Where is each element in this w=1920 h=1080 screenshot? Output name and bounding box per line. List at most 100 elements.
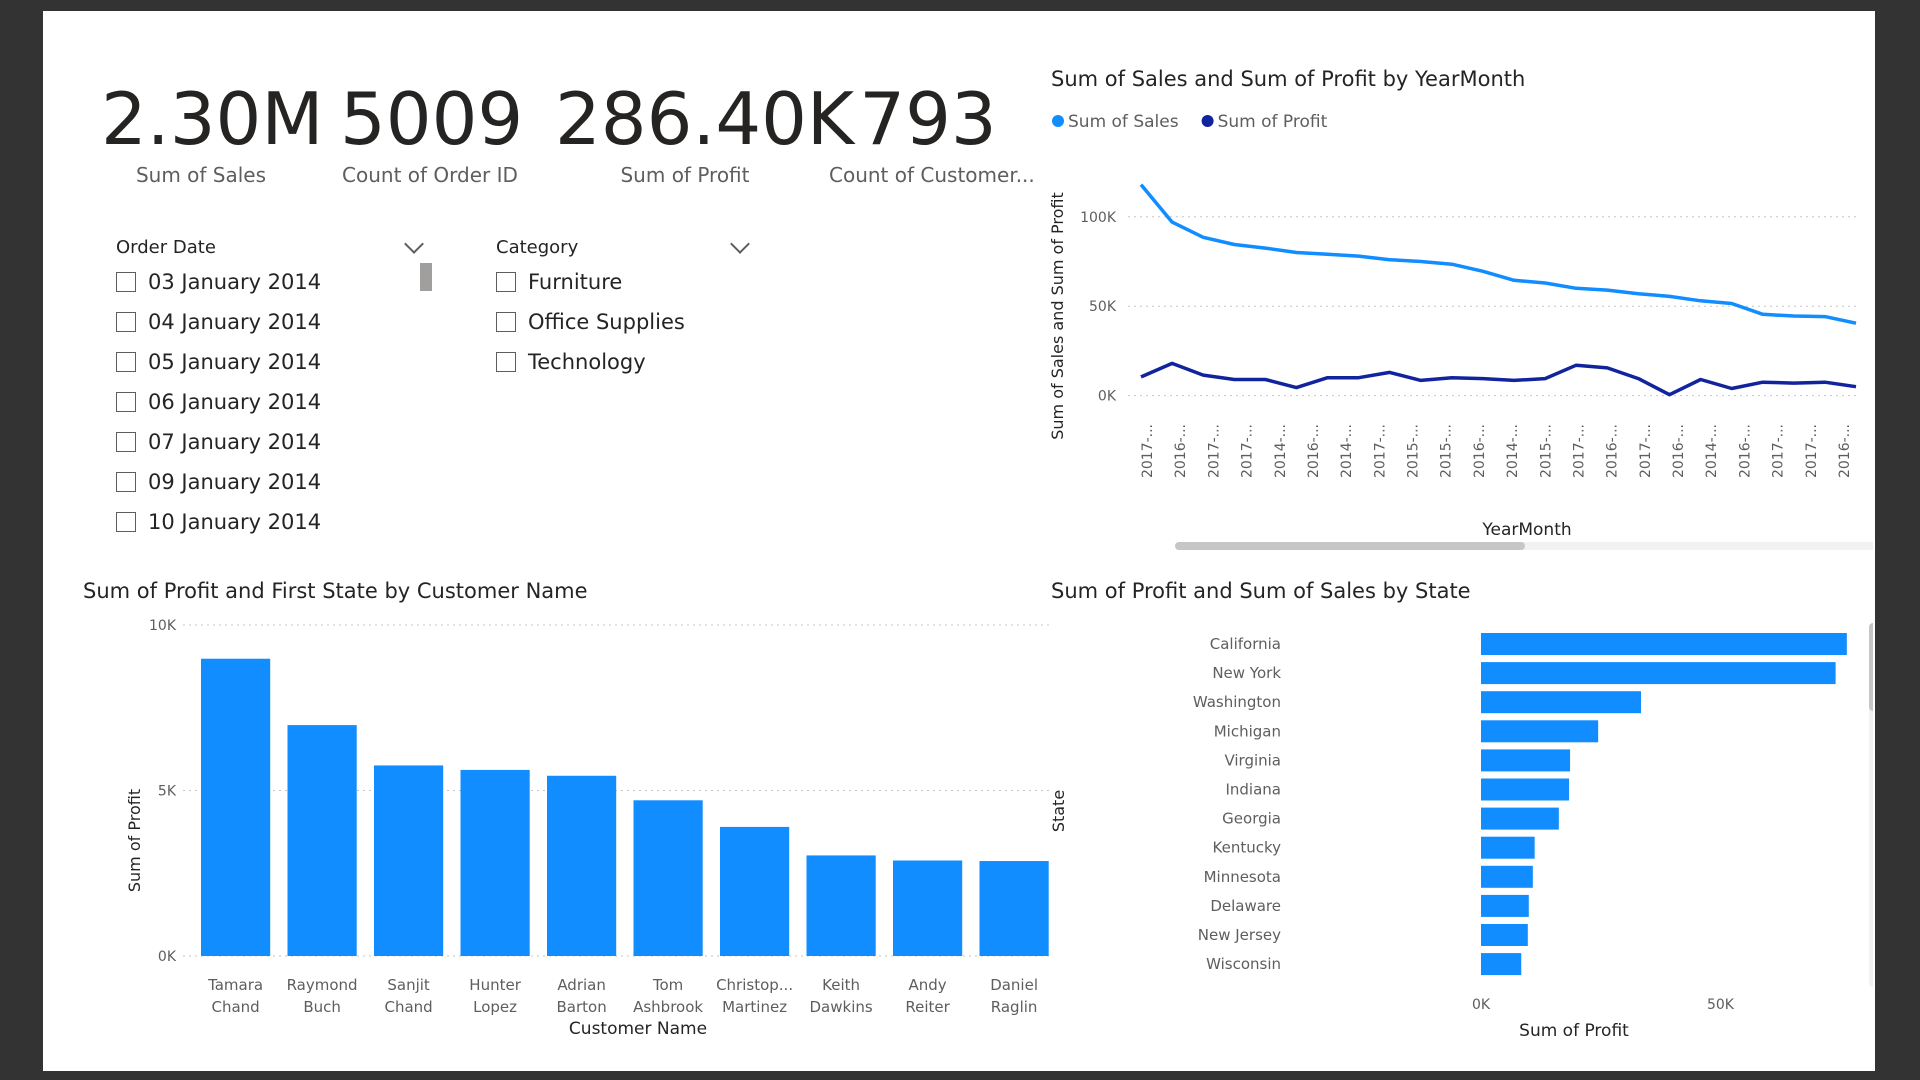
x-tick-label: 2017-... bbox=[1804, 424, 1820, 478]
y-tick-label: Kentucky bbox=[1213, 839, 1282, 857]
x-tick-label: Buch bbox=[303, 998, 341, 1016]
state-bar bbox=[1481, 894, 1529, 917]
x-tick-label: Tom bbox=[652, 976, 683, 994]
x-tick-label: Dawkins bbox=[810, 998, 873, 1016]
x-axis-title: Customer Name bbox=[569, 1019, 707, 1039]
order-date-item[interactable]: 07 January 2014 bbox=[116, 427, 321, 457]
x-tick-label: 2016-... bbox=[1737, 424, 1753, 478]
column-bar bbox=[201, 658, 271, 956]
state-bar bbox=[1481, 662, 1836, 685]
checkbox[interactable] bbox=[116, 432, 136, 452]
column-chart-title: Sum of Profit and First State by Custome… bbox=[83, 579, 588, 603]
x-tick-label: 2015-... bbox=[1538, 424, 1554, 478]
x-tick-label: Ashbrook bbox=[633, 998, 703, 1016]
x-tick-label: 2017-... bbox=[1240, 424, 1256, 478]
checkbox[interactable] bbox=[496, 272, 516, 292]
order-count-card-value: 5009 bbox=[340, 77, 524, 161]
column-bar bbox=[633, 800, 703, 956]
column-bar bbox=[893, 860, 963, 956]
x-tick-label: Hunter bbox=[469, 976, 521, 994]
bar-chart-title: Sum of Profit and Sum of Sales by State bbox=[1051, 579, 1471, 603]
x-tick-label: 2017-... bbox=[1771, 424, 1787, 478]
order-date-item[interactable]: 06 January 2014 bbox=[116, 387, 321, 417]
x-tick-label: Martinez bbox=[722, 998, 787, 1016]
state-bar bbox=[1481, 953, 1522, 976]
slicer-scrollbar[interactable] bbox=[420, 263, 432, 291]
state-bar bbox=[1481, 691, 1641, 714]
line-chart: Sum of Sales Sum of Profit 0K 50K 100K Sum of… bbox=[1048, 112, 1873, 550]
y-tick-label: Michigan bbox=[1214, 722, 1281, 740]
y-tick-label: Wisconsin bbox=[1206, 955, 1281, 973]
legend-label: Sum of Profit bbox=[1218, 112, 1328, 132]
legend-marker bbox=[1052, 115, 1064, 127]
y-tick-label: 0K bbox=[158, 949, 177, 965]
y-tick-label: 0K bbox=[1098, 389, 1117, 405]
y-tick-label: Virginia bbox=[1224, 751, 1281, 769]
checkbox[interactable] bbox=[116, 472, 136, 492]
checkbox[interactable] bbox=[116, 272, 136, 292]
order-date-item[interactable]: 10 January 2014 bbox=[116, 507, 321, 537]
x-tick-label: Daniel bbox=[990, 976, 1038, 994]
state-bar bbox=[1481, 633, 1847, 655]
category-item[interactable]: Office Supplies bbox=[496, 307, 685, 337]
profit-line bbox=[1140, 361, 1857, 397]
y-tick-label: Delaware bbox=[1210, 897, 1281, 915]
chevron-down-icon[interactable] bbox=[404, 234, 424, 254]
category-item-label: Office Supplies bbox=[528, 310, 685, 334]
x-axis-title: Sum of Profit bbox=[1519, 1021, 1629, 1041]
order-date-item-label: 04 January 2014 bbox=[148, 310, 322, 334]
x-tick-label: 2016-... bbox=[1472, 424, 1488, 478]
x-tick-label: Keith bbox=[822, 976, 860, 994]
order-date-item[interactable]: 09 January 2014 bbox=[116, 467, 321, 497]
x-tick-label: 2015-... bbox=[1439, 424, 1455, 478]
order-date-slicer-title: Order Date bbox=[116, 237, 216, 258]
x-tick-label: 2017-... bbox=[1206, 424, 1222, 478]
chart-legend: Sum of Sales Sum of Profit bbox=[1052, 112, 1328, 132]
report-canvas: 2.30M Sum of Sales 5009 Count of Order I… bbox=[43, 11, 1875, 1071]
x-tick-label: 2017-... bbox=[1571, 424, 1587, 478]
column-chart: 0K 5K 10K Sum of Profit Tamara Chand Raymond Bu… bbox=[125, 618, 1053, 1039]
y-tick-label: 10K bbox=[149, 618, 177, 634]
y-tick-label: New Jersey bbox=[1198, 926, 1281, 944]
customer-count-card-label: Count of Customer... bbox=[829, 163, 1035, 187]
checkbox[interactable] bbox=[116, 312, 136, 332]
y-tick-label: New York bbox=[1212, 664, 1281, 682]
x-tick-label: 2014-... bbox=[1273, 424, 1289, 478]
checkbox[interactable] bbox=[116, 352, 136, 372]
column-bar bbox=[720, 826, 790, 956]
x-tick-label: Adrian bbox=[557, 976, 606, 994]
x-tick-label: Sanjit bbox=[387, 976, 430, 994]
order-date-item-label: 10 January 2014 bbox=[148, 510, 322, 534]
state-bar bbox=[1481, 778, 1570, 801]
sales-line bbox=[1139, 183, 1857, 325]
checkbox[interactable] bbox=[116, 512, 136, 532]
x-tick-label: 2016-... bbox=[1605, 424, 1621, 478]
category-item[interactable]: Furniture bbox=[496, 267, 622, 297]
checkbox[interactable] bbox=[116, 392, 136, 412]
order-date-item[interactable]: 03 January 2014 bbox=[116, 267, 321, 297]
checkbox[interactable] bbox=[496, 312, 516, 332]
order-date-item[interactable]: 04 January 2014 bbox=[116, 307, 321, 337]
x-tick-label: 2015-... bbox=[1406, 424, 1422, 478]
y-tick-label: 50K bbox=[1089, 299, 1117, 315]
x-tick-label: 2017-... bbox=[1140, 424, 1156, 478]
y-tick-label: Washington bbox=[1193, 693, 1281, 711]
x-tick-label: Tamara bbox=[207, 976, 263, 994]
column-bar bbox=[806, 855, 876, 956]
scrollbar-thumb[interactable] bbox=[1869, 623, 1873, 711]
scrollbar-thumb[interactable] bbox=[1175, 542, 1525, 550]
checkbox[interactable] bbox=[496, 352, 516, 372]
x-tick-label: 50K bbox=[1707, 997, 1735, 1013]
x-tick-label: 2017-... bbox=[1638, 424, 1654, 478]
category-item[interactable]: Technology bbox=[496, 347, 646, 377]
order-date-item-label: 03 January 2014 bbox=[148, 270, 322, 294]
order-date-item[interactable]: 05 January 2014 bbox=[116, 347, 321, 377]
line-chart-title: Sum of Sales and Sum of Profit by YearMo… bbox=[1051, 67, 1526, 91]
x-tick-label: 2014-... bbox=[1339, 424, 1355, 478]
state-bar bbox=[1481, 836, 1535, 859]
chevron-down-icon[interactable] bbox=[730, 234, 750, 254]
x-tick-label: Reiter bbox=[905, 998, 950, 1016]
order-count-card-label: Count of Order ID bbox=[342, 163, 518, 187]
x-tick-label: 2014-... bbox=[1704, 424, 1720, 478]
x-tick-label: Barton bbox=[556, 998, 606, 1016]
